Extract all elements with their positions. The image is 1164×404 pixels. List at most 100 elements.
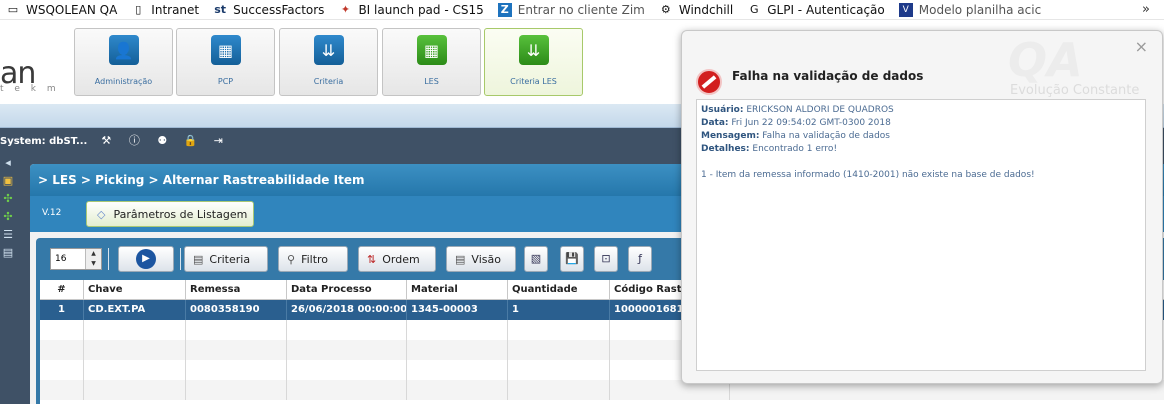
- table-cell: 1: [40, 300, 84, 320]
- column-header-chave[interactable]: Chave: [84, 280, 186, 300]
- criteria-icon: ▤: [193, 252, 204, 266]
- table-cell: [508, 360, 610, 380]
- table-cell: [186, 320, 287, 340]
- sf-icon: st: [214, 2, 227, 16]
- page-size-stepper[interactable]: 16 ▲ ▼: [50, 248, 102, 270]
- table-cell: [84, 340, 186, 360]
- tag-icon: ◇: [97, 207, 106, 221]
- module-administracao-button[interactable]: 👤 Administração: [74, 28, 173, 96]
- filter-button[interactable]: ⚲ Filtro: [278, 246, 348, 272]
- nav-icon[interactable]: ⊡: [594, 246, 618, 272]
- table-cell: [508, 320, 610, 340]
- close-icon[interactable]: ×: [1135, 37, 1148, 56]
- table-cell: [40, 380, 84, 400]
- windchill-icon: ⚙: [660, 2, 671, 16]
- bookmark-intranet[interactable]: ▯ Intranet: [131, 3, 199, 17]
- detail-usuario: Usuário: ERICKSON ALDORI DE QUADROS: [701, 105, 894, 115]
- error-line: 1 - Item da remessa informado (1410-2001…: [701, 170, 1035, 180]
- toolbar-divider: [108, 248, 109, 270]
- collapse-icon[interactable]: ◂: [1, 156, 15, 170]
- logo-subtitle: t e k m: [0, 84, 60, 94]
- table-cell: [40, 340, 84, 360]
- table-cell: [508, 340, 610, 360]
- stepper-arrows-icon[interactable]: ▲ ▼: [85, 249, 101, 269]
- system-label: System: dbST...: [0, 135, 88, 147]
- tools-icon[interactable]: ⚒: [99, 135, 113, 147]
- table-cell: [407, 380, 508, 400]
- criteria-les-icon: ⇊: [518, 35, 549, 65]
- table-cell: [508, 380, 610, 400]
- criteria-icon: ⇊: [313, 35, 344, 65]
- logout-icon[interactable]: ⇥: [211, 135, 225, 147]
- detail-detalhes: Detalhes: Encontrado 1 erro!: [701, 144, 838, 154]
- bookmarks-more-button[interactable]: »: [1142, 2, 1150, 17]
- bookmark-wsqolean[interactable]: ▭ WSQOLEAN QA: [6, 2, 118, 17]
- table-cell: [40, 320, 84, 340]
- module-pcp-button[interactable]: ▦ PCP: [176, 28, 275, 96]
- table-cell: 0080358190: [186, 300, 287, 320]
- module-criteria-les-button[interactable]: ⇊ Criteria LES: [484, 28, 583, 96]
- dialog-title: Falha na validação de dados: [732, 69, 924, 83]
- lock-icon[interactable]: 🔒: [183, 135, 198, 147]
- table-cell: 1345-00003: [407, 300, 508, 320]
- table-cell: [84, 320, 186, 340]
- list-icon[interactable]: ▤: [1, 246, 15, 260]
- bookmark-zimbra[interactable]: Z Entrar no cliente Zim: [497, 2, 645, 17]
- error-details: Usuário: ERICKSON ALDORI DE QUADROS Data…: [696, 99, 1146, 371]
- export-icon[interactable]: ▧: [524, 246, 548, 272]
- column-header-quantidade[interactable]: Quantidade: [508, 280, 610, 300]
- help-icon[interactable]: ⓘ: [127, 135, 141, 147]
- toolbar-divider: [180, 248, 181, 270]
- calendar-icon: ▦: [210, 35, 241, 65]
- error-dialog: QA Evolução Constante × Falha na validaç…: [681, 30, 1163, 384]
- table-cell: CD.EXT.PA: [84, 300, 186, 320]
- table-cell: [186, 360, 287, 380]
- order-button[interactable]: ⇅ Ordem: [358, 246, 436, 272]
- bookmark-bi-launch-pad[interactable]: ✦ BI launch pad - CS15: [338, 2, 484, 17]
- bookmark-successfactors[interactable]: st SuccessFactors: [213, 3, 324, 17]
- column-header-index[interactable]: #: [40, 280, 84, 300]
- run-button[interactable]: ▶: [118, 246, 174, 272]
- bookmark-glpi[interactable]: G GLPI - Autenticação: [747, 3, 885, 17]
- listing-parameters-button[interactable]: ◇ Parâmetros de Listagem: [86, 201, 254, 227]
- column-header-remessa[interactable]: Remessa: [186, 280, 287, 300]
- users-icon[interactable]: ⚉: [155, 135, 169, 147]
- table-cell: [407, 360, 508, 380]
- function-icon[interactable]: ƒ: [628, 246, 652, 272]
- view-button[interactable]: ▤ Visão: [446, 246, 516, 272]
- table-cell: 26/06/2018 00:00:00: [287, 300, 407, 320]
- table-cell: [407, 320, 508, 340]
- module-criteria-button[interactable]: ⇊ Criteria: [279, 28, 378, 96]
- sheet-icon: V: [898, 2, 913, 17]
- table-cell: [40, 360, 84, 380]
- zimbra-icon: Z: [497, 2, 512, 17]
- shrink-icon[interactable]: ✣: [1, 210, 15, 224]
- bookmark-windchill[interactable]: ⚙ Windchill: [659, 3, 733, 17]
- criteria-button[interactable]: ▤ Criteria: [184, 246, 268, 272]
- table-cell: 1: [508, 300, 610, 320]
- side-toolbar: ◂ ▣ ✣ ✣ ☰ ▤: [1, 156, 17, 264]
- bi-icon: ✦: [340, 2, 351, 16]
- column-header-material[interactable]: Material: [407, 280, 508, 300]
- table-cell: [287, 380, 407, 400]
- save-icon[interactable]: 💾: [560, 246, 584, 272]
- table-cell: [287, 360, 407, 380]
- layers-icon[interactable]: ☰: [1, 228, 15, 242]
- bookmark-modelo-planilha[interactable]: V Modelo planilha acic: [898, 2, 1041, 17]
- lock-icon[interactable]: ▣: [1, 174, 15, 188]
- sort-az-icon: ⇅: [367, 252, 377, 266]
- view-icon: ▤: [455, 252, 466, 266]
- system-toolbar: System: dbST... ⚒ ⓘ ⚉ 🔒 ⇥: [0, 128, 680, 154]
- page-icon: ▭: [7, 2, 19, 16]
- watermark-tagline: Evolução Constante: [1010, 83, 1140, 98]
- expand-icon[interactable]: ✣: [1, 192, 15, 206]
- table-cell: [287, 340, 407, 360]
- table-cell: [84, 360, 186, 380]
- module-les-button[interactable]: ▦ LES: [382, 28, 481, 96]
- bookmarks-bar: ▭ WSQOLEAN QA ▯ Intranet st SuccessFactors …: [0, 0, 1164, 20]
- column-header-data-processo[interactable]: Data Processo: [287, 280, 407, 300]
- user-icon: 👤: [108, 35, 139, 65]
- table-cell: [186, 380, 287, 400]
- detail-mensagem: Mensagem: Falha na validação de dados: [701, 131, 890, 141]
- table-cell: [287, 320, 407, 340]
